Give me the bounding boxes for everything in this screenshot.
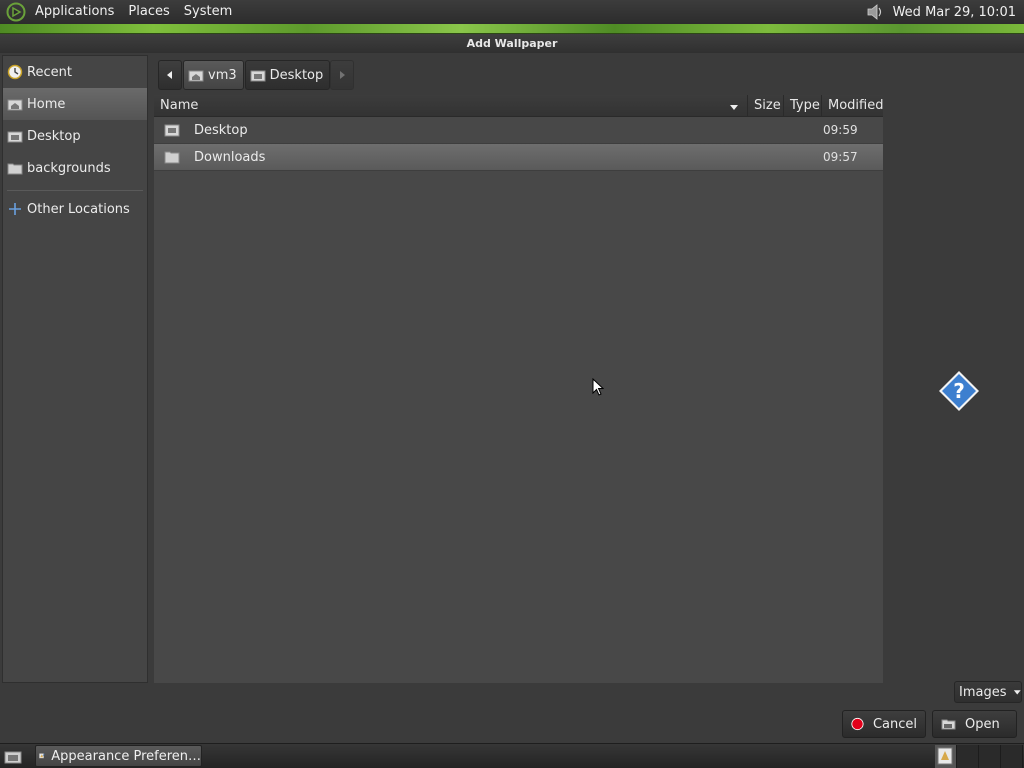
column-header-modified[interactable]: Modified: [822, 95, 883, 117]
sidebar-item-label: backgrounds: [27, 160, 111, 176]
file-row-downloads[interactable]: Downloads 09:57: [154, 144, 883, 171]
cancel-button[interactable]: Cancel: [842, 710, 926, 738]
bottom-panel: Appearance Preferen…: [0, 743, 1024, 768]
sidebar-item-recent[interactable]: Recent: [3, 56, 147, 88]
path-crumb-vm3[interactable]: vm3: [183, 60, 244, 90]
panel-tray: Wed Mar 29, 10:01: [865, 0, 1020, 24]
file-row-desktop[interactable]: Desktop 09:59: [154, 117, 883, 144]
file-list: Name Size Type Modified Desktop 09:59 Do…: [154, 94, 883, 683]
show-desktop-icon: [4, 751, 22, 763]
window-title: Add Wallpaper: [466, 37, 558, 50]
cancel-label: Cancel: [872, 716, 917, 732]
path-back-button[interactable]: [158, 60, 182, 90]
file-chooser-dialog: Recent Home Desktop backgrounds Other Lo…: [0, 53, 1024, 743]
crumb-label: Desktop: [269, 67, 324, 83]
appearance-icon: [39, 753, 45, 759]
distro-logo-icon[interactable]: [6, 2, 26, 22]
workspace-2[interactable]: [957, 745, 979, 768]
sidebar-separator: [7, 190, 143, 191]
file-name: Desktop: [194, 122, 248, 138]
chevron-down-icon: [1013, 690, 1021, 695]
workspace-4[interactable]: [1001, 745, 1023, 768]
home-folder-icon: [7, 96, 23, 112]
appearance-icon: [937, 747, 953, 765]
filter-value: Images: [959, 684, 1007, 700]
recent-icon: [7, 64, 23, 80]
sidebar-item-home[interactable]: Home: [3, 88, 147, 120]
sidebar-item-backgrounds[interactable]: backgrounds: [3, 152, 147, 184]
menu-system[interactable]: System: [177, 1, 239, 23]
crumb-label: vm3: [208, 67, 237, 83]
sidebar-item-label: Desktop: [27, 128, 81, 144]
column-label: Name: [160, 97, 199, 113]
folder-icon: [7, 160, 23, 176]
mouse-pointer-icon: [592, 378, 604, 396]
home-folder-icon: [188, 70, 204, 82]
desktop-folder-icon: [250, 70, 266, 82]
show-desktop-button[interactable]: [2, 747, 24, 766]
menu-applications[interactable]: Applications: [28, 1, 121, 23]
desktop-folder-icon: [164, 124, 180, 137]
chevron-left-icon: [167, 71, 172, 79]
top-panel: Applications Places System Wed Mar 29, 1…: [0, 0, 1024, 24]
desktop-folder-icon: [7, 128, 23, 144]
open-button[interactable]: Open: [932, 710, 1017, 738]
sidebar-item-label: Home: [27, 96, 66, 112]
volume-icon[interactable]: [865, 2, 885, 22]
path-bar: vm3 Desktop: [158, 58, 355, 92]
plus-icon: [7, 201, 23, 217]
window-decoration-strip: [0, 24, 1024, 34]
open-folder-icon: [941, 719, 956, 730]
help-question-icon: ?: [939, 371, 979, 411]
open-label: Open: [965, 716, 1000, 732]
folder-icon: [164, 151, 180, 164]
sidebar-item-other-locations[interactable]: Other Locations: [3, 197, 147, 221]
column-header: Name Size Type Modified: [154, 94, 883, 117]
column-header-type[interactable]: Type: [784, 94, 822, 117]
file-modified: 09:57: [823, 150, 858, 164]
file-name: Downloads: [194, 149, 266, 165]
workspace-3[interactable]: [979, 745, 1001, 768]
title-bar[interactable]: Add Wallpaper: [0, 34, 1024, 53]
file-type-filter-select[interactable]: Images: [954, 681, 1022, 703]
file-modified: 09:59: [823, 123, 858, 137]
path-crumb-desktop[interactable]: Desktop: [244, 60, 331, 90]
workspace-switcher: [935, 745, 1024, 768]
column-header-name[interactable]: Name: [154, 94, 748, 117]
taskbar-item-label: Appearance Preferen…: [51, 748, 201, 764]
workspace-1[interactable]: [935, 745, 957, 768]
column-header-size[interactable]: Size: [748, 94, 784, 117]
path-forward-button[interactable]: [330, 60, 355, 90]
svg-text:?: ?: [953, 379, 965, 403]
taskbar-item-appearance[interactable]: Appearance Preferen…: [35, 745, 202, 767]
sidebar-item-label: Other Locations: [27, 201, 130, 217]
chevron-right-icon: [340, 71, 346, 79]
places-sidebar: Recent Home Desktop backgrounds Other Lo…: [2, 55, 148, 683]
sort-descending-icon: [730, 104, 738, 110]
sidebar-item-desktop[interactable]: Desktop: [3, 120, 147, 152]
cancel-icon: [851, 717, 864, 731]
sidebar-item-label: Recent: [27, 64, 72, 80]
menu-places[interactable]: Places: [121, 1, 176, 23]
clock[interactable]: Wed Mar 29, 10:01: [885, 5, 1020, 20]
